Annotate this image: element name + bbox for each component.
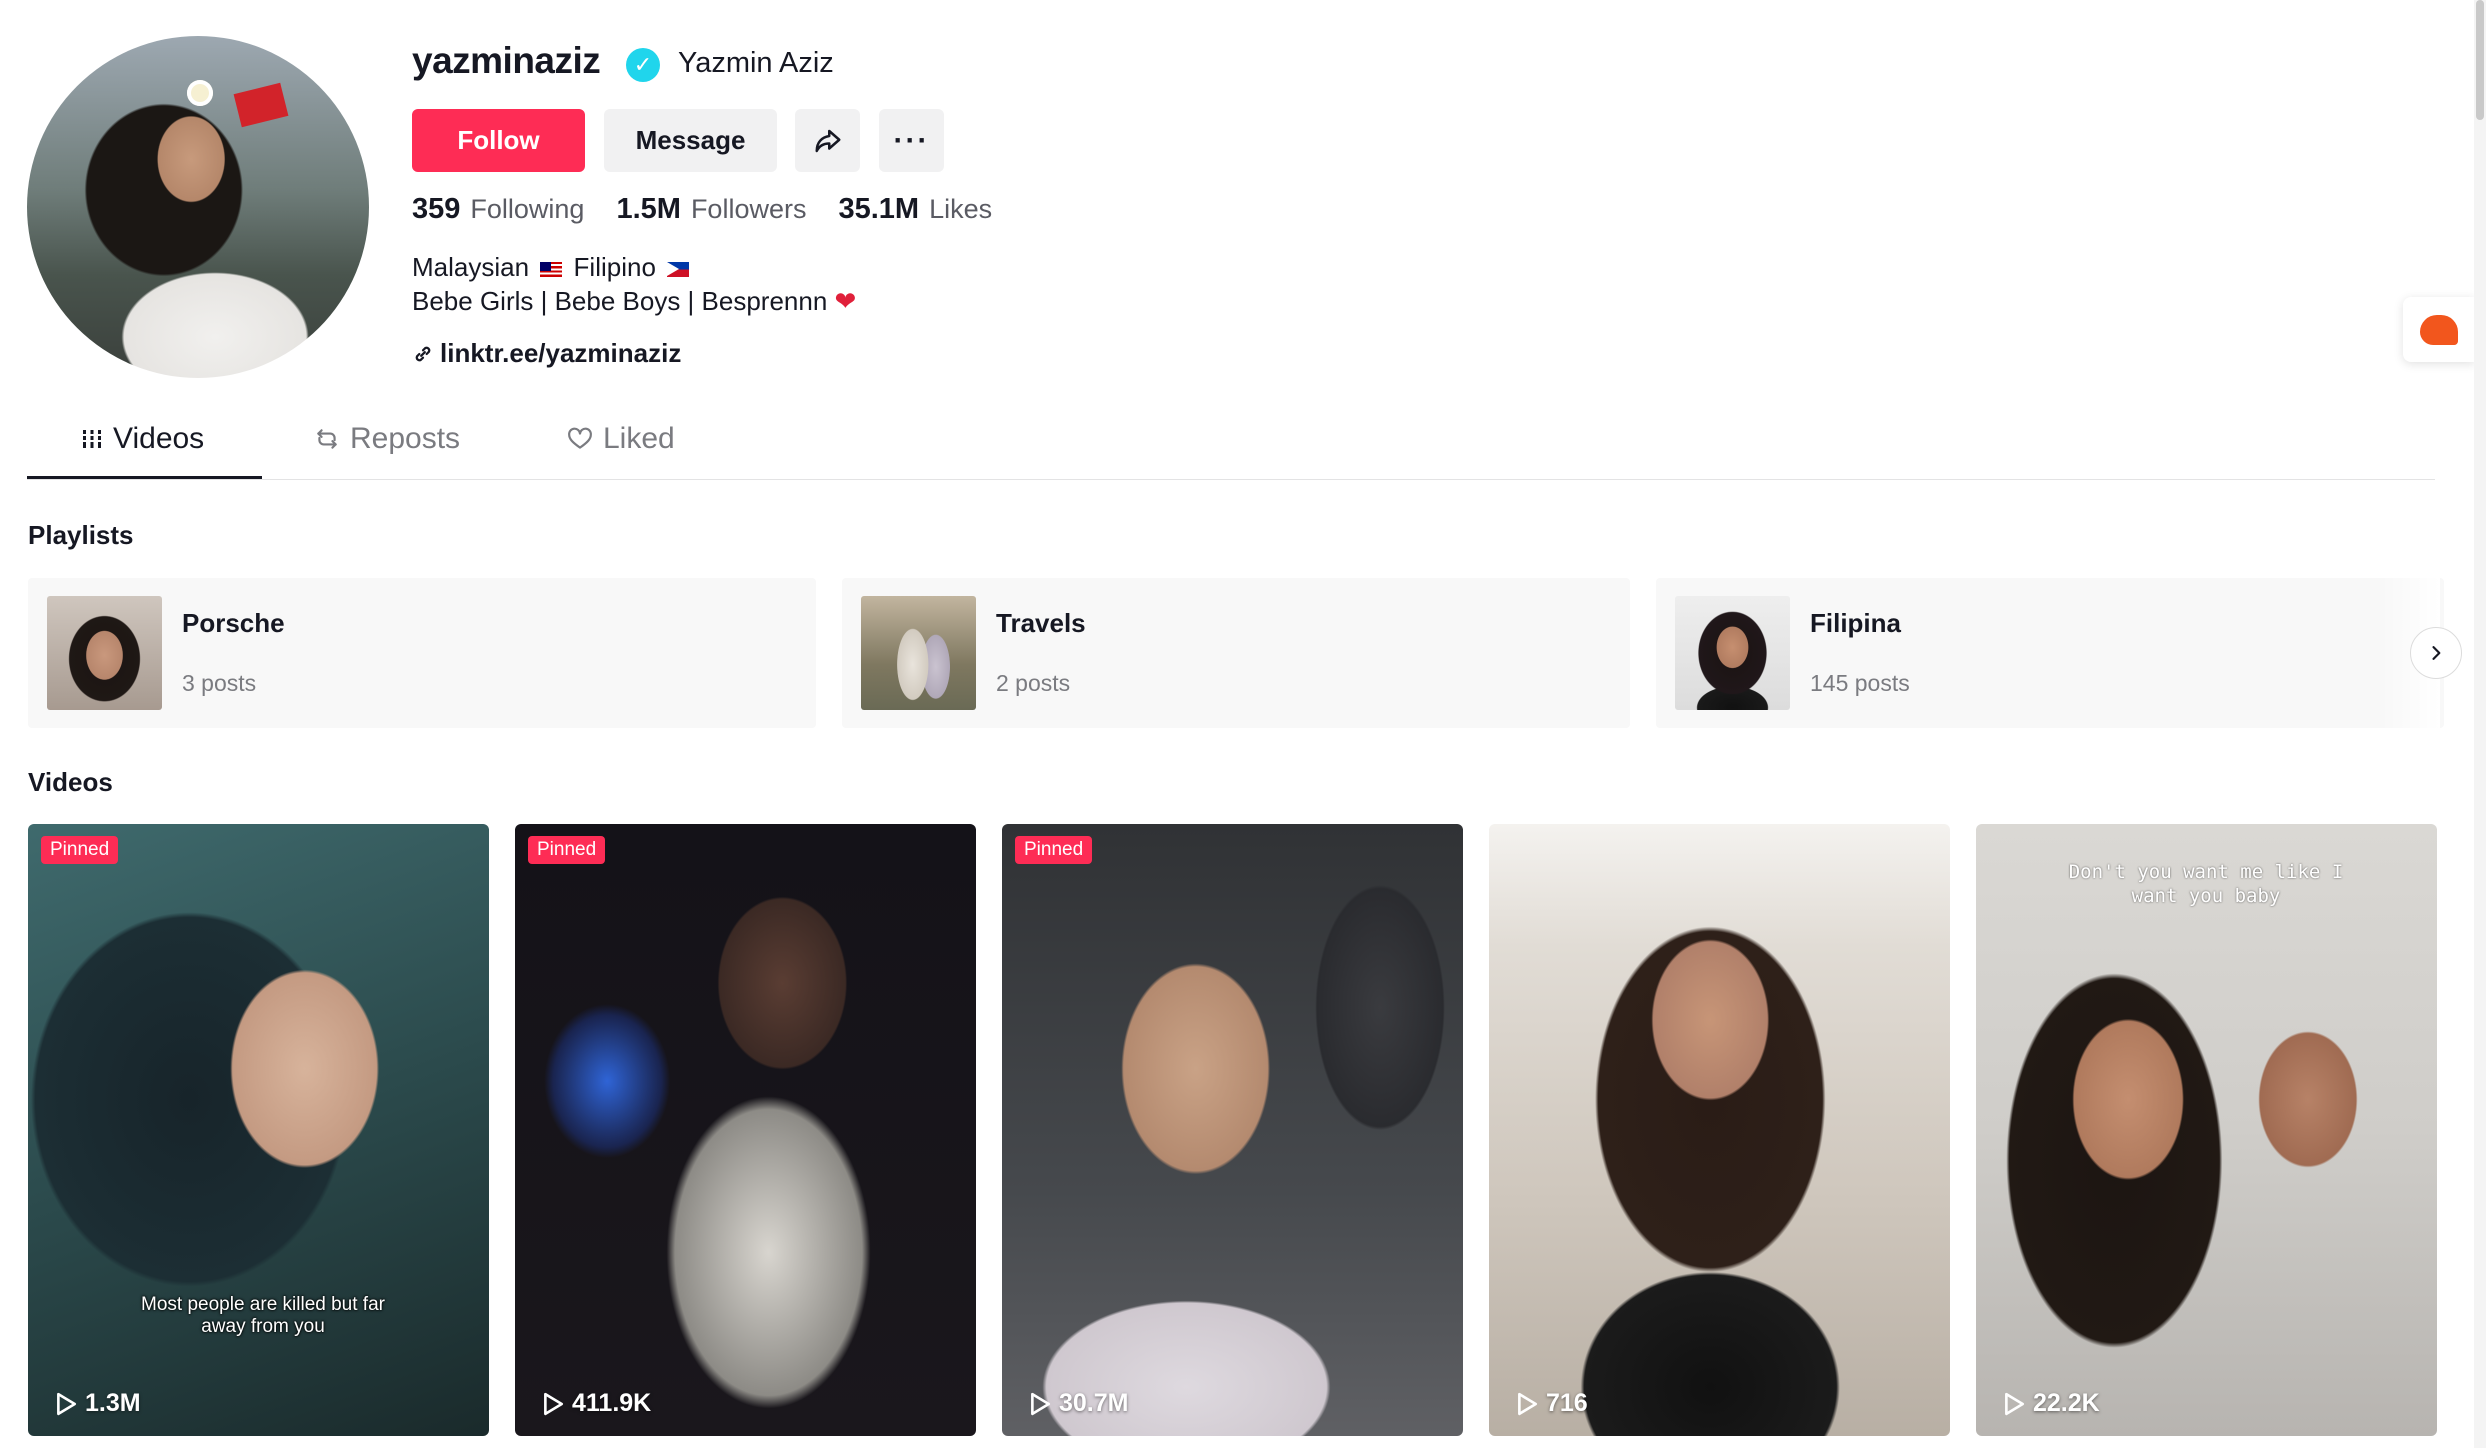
video-views: 716 [1516, 1389, 1588, 1418]
playlist-count: 145 posts [1810, 670, 1910, 696]
profile-avatar[interactable] [27, 36, 369, 378]
following-stat[interactable]: 359 Following [412, 193, 584, 226]
profile-display-name: Yazmin Aziz [678, 47, 834, 79]
play-icon [1518, 1392, 1538, 1415]
follow-button[interactable]: Follow [412, 109, 585, 172]
video-view-count: 411.9K [572, 1389, 652, 1417]
bio-nationality-1: Malaysian [412, 252, 530, 282]
video-caption: Most people are killed but far away from… [141, 1294, 385, 1337]
following-count: 359 [412, 193, 461, 225]
video-view-count: 716 [1546, 1389, 1588, 1417]
bio-nationality-2: Filipino [573, 252, 656, 282]
profile-link-text: linktr.ee/yazminaziz [440, 338, 682, 368]
playlist-thumbnail [1675, 596, 1790, 710]
playlist-name: Travels [996, 608, 1086, 638]
videos-heading: Videos [28, 767, 113, 797]
scrollbar-thumb[interactable] [2476, 0, 2484, 120]
tab-videos[interactable]: Videos [81, 422, 204, 456]
profile-link[interactable]: linktr.ee/yazminaziz [412, 338, 681, 369]
tab-reposts[interactable]: Reposts [314, 422, 460, 456]
tab-videos-label: Videos [113, 422, 205, 455]
followers-label: Followers [690, 194, 807, 224]
profile-bio: Malaysian Filipino Bebe Girls | Bebe Boy… [412, 250, 856, 318]
playlist-name: Filipina [1810, 608, 1901, 638]
video-view-count: 30.7M [1059, 1389, 1129, 1417]
video-caption: Don't you want me like I want you baby [2068, 861, 2344, 907]
active-tab-indicator [27, 476, 262, 479]
video-card[interactable]: 716 [1489, 824, 1950, 1436]
playlist-count: 3 posts [182, 670, 257, 696]
tab-reposts-label: Reposts [350, 422, 461, 455]
playlist-card[interactable]: Travels 2 posts [842, 578, 1630, 728]
tab-liked-label: Liked [603, 422, 675, 455]
video-card[interactable]: Don't you want me like I want you baby 2… [1976, 824, 2437, 1436]
repost-icon [317, 429, 337, 449]
playlist-count: 2 posts [996, 670, 1071, 696]
bio-line-2: Bebe Girls | Bebe Boys | Besprennn ❤ [412, 284, 856, 318]
red-heart-icon: ❤ [834, 286, 857, 316]
avatar-flag-detail [233, 82, 289, 128]
play-icon [57, 1392, 77, 1415]
following-label: Following [470, 194, 585, 224]
bio-line-1: Malaysian Filipino [412, 250, 856, 284]
playlist-thumbnail [47, 596, 162, 710]
chevron-right-icon [2432, 646, 2441, 660]
play-icon [2005, 1392, 2025, 1415]
more-options-button[interactable]: ··· [879, 109, 944, 172]
video-views: 1.3M [55, 1389, 141, 1418]
playlists-heading: Playlists [28, 520, 134, 550]
heart-outline-icon [568, 427, 592, 449]
playlist-name: Porsche [182, 608, 285, 638]
pinned-badge: Pinned [528, 836, 606, 864]
profile-tabs: Videos Reposts Liked [27, 410, 2435, 480]
video-view-count: 1.3M [85, 1389, 141, 1417]
video-card[interactable]: Pinned 411.9K [515, 824, 976, 1436]
video-views: 411.9K [542, 1389, 651, 1418]
share-button[interactable] [795, 109, 860, 172]
play-icon [1031, 1392, 1051, 1415]
playlist-card[interactable]: Filipina 145 posts [1656, 578, 2444, 728]
grid-icon [81, 430, 103, 448]
playlist-thumbnail [861, 596, 976, 710]
profile-username: yazminaziz [412, 40, 601, 81]
followers-stat[interactable]: 1.5M Followers [616, 193, 806, 226]
pinned-badge: Pinned [1015, 836, 1093, 864]
video-card[interactable]: Pinned Most people are killed but far aw… [28, 824, 489, 1436]
followers-count: 1.5M [616, 193, 681, 225]
playlist-card[interactable]: Porsche 3 posts [28, 578, 816, 728]
play-icon [544, 1392, 564, 1415]
floating-widget-button[interactable] [2403, 297, 2475, 362]
more-dots-icon: ··· [893, 123, 930, 157]
likes-count: 35.1M [838, 193, 920, 225]
tab-liked[interactable]: Liked [567, 422, 675, 456]
likes-label: Likes [929, 194, 993, 224]
page-scrollbar[interactable] [2474, 0, 2486, 1448]
video-card[interactable]: Pinned 30.7M [1002, 824, 1463, 1436]
playlist-next-button[interactable] [2410, 627, 2462, 679]
philippines-flag-icon [667, 261, 690, 277]
likes-stat: 35.1M Likes [838, 193, 992, 226]
profile-stats: 359 Following 1.5M Followers 35.1M Likes [412, 193, 992, 226]
share-icon [815, 129, 840, 152]
chat-bubble-icon [2420, 314, 2458, 345]
avatar-flower-detail [187, 80, 213, 106]
malaysia-flag-icon [540, 261, 563, 277]
bio-text: Bebe Girls | Bebe Boys | Besprennn [412, 286, 828, 316]
video-views: 30.7M [1029, 1389, 1128, 1418]
video-views: 22.2K [2003, 1389, 2100, 1418]
link-icon [415, 346, 431, 361]
verified-badge-icon: ✓ [626, 48, 660, 82]
message-button[interactable]: Message [604, 109, 777, 172]
pinned-badge: Pinned [41, 836, 119, 864]
video-view-count: 22.2K [2033, 1389, 2100, 1417]
